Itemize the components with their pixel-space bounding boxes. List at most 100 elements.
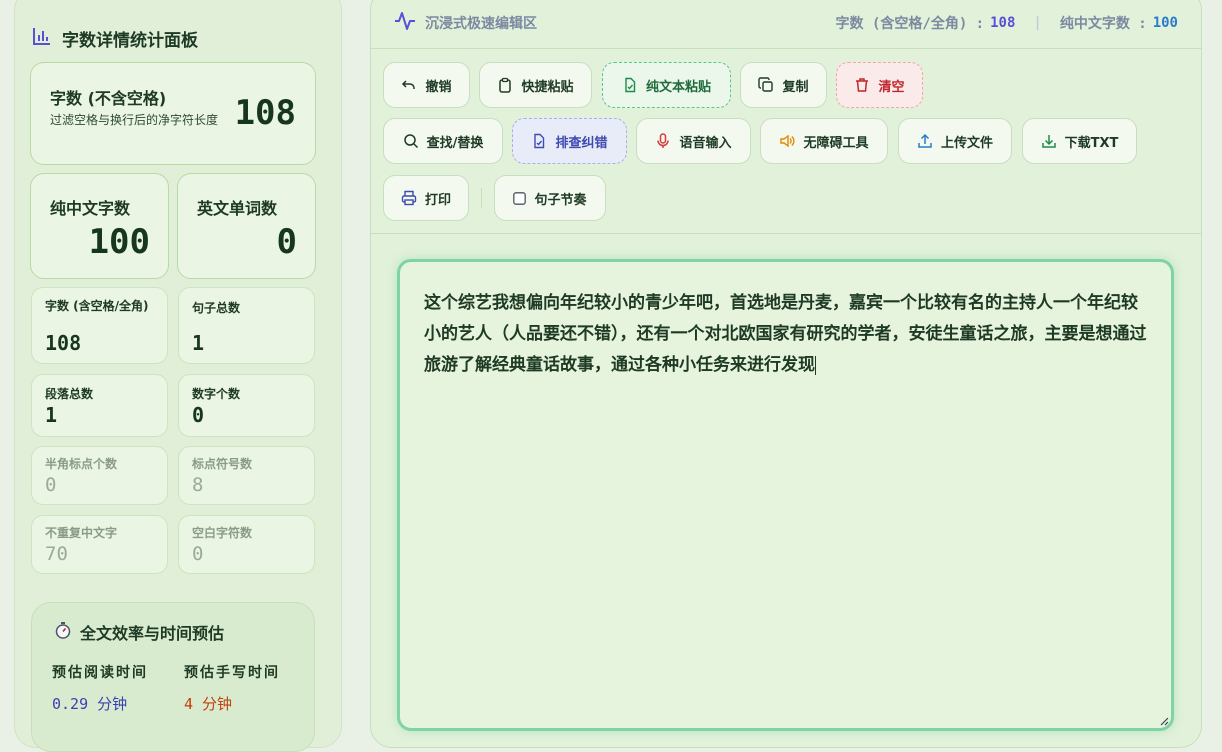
toolbar-divider-line (370, 233, 1202, 234)
plain-paste-label: 纯文本粘贴 (645, 79, 711, 95)
file-text-icon (625, 77, 636, 93)
stat-card-no-space: 字数 (不含空格) 过滤空格与换行后的净字符长度 108 (30, 62, 316, 165)
voice-input-button[interactable]: 语音输入 (636, 118, 751, 164)
plain-paste-button[interactable]: 纯文本粘贴 (602, 62, 731, 108)
editor-text: 这个综艺我想偏向年纪较小的青少年吧，首选地是丹麦，嘉宾一个比较有名的主持人一个年… (424, 293, 1147, 375)
clear-label: 清空 (878, 79, 905, 95)
stat-label: 字数 (含空格/全角) (45, 299, 149, 313)
zone-title: 沉浸式极速编辑区 (394, 11, 537, 35)
text-editor[interactable]: 这个综艺我想偏向年纪较小的青少年吧，首选地是丹麦，嘉宾一个比较有名的主持人一个年… (397, 259, 1174, 731)
undo-icon (402, 80, 416, 89)
zone-title-text: 沉浸式极速编辑区 (425, 16, 537, 32)
activity-icon (394, 11, 416, 35)
efficiency-title-text: 全文效率与时间预估 (80, 624, 225, 643)
checkbox-icon[interactable] (513, 191, 527, 205)
trash-icon (856, 78, 869, 92)
efficiency-title: 全文效率与时间预估 (54, 620, 224, 644)
bar-chart-icon (32, 26, 52, 51)
undo-label: 撤销 (425, 79, 452, 95)
download-button[interactable]: 下载TXT (1022, 118, 1137, 164)
text-caret (815, 355, 816, 375)
stat-card-punct: 标点符号数 8 (178, 446, 315, 505)
sentence-rhythm-toggle[interactable]: 句子节奏 (494, 175, 606, 221)
stat-value: 0 (45, 474, 57, 496)
copy-icon (758, 77, 774, 92)
stat-value: 0 (192, 403, 205, 427)
stat-label: 数字个数 (192, 387, 241, 401)
stat-value: 108 (45, 331, 82, 355)
stat-label: 句子总数 (192, 301, 241, 315)
stat-label: 字数 (不含空格) (50, 89, 167, 108)
print-button[interactable]: 打印 (383, 175, 469, 221)
efficiency-panel: 全文效率与时间预估 预估阅读时间 预估手写时间 0.29 分钟 4 分钟 (31, 602, 315, 752)
copy-button[interactable]: 复制 (740, 62, 827, 108)
resize-handle-icon[interactable] (1159, 716, 1169, 726)
printer-icon (401, 190, 417, 206)
count-cn-label: 纯中文字数 : (1059, 16, 1147, 32)
stopwatch-icon (54, 621, 72, 643)
clipboard-icon (499, 77, 512, 93)
editor-content[interactable]: 这个综艺我想偏向年纪较小的青少年吧，首选地是丹麦，嘉宾一个比较有名的主持人一个年… (424, 288, 1148, 381)
accessibility-button[interactable]: 无障碍工具 (760, 118, 888, 164)
stat-label: 半角标点个数 (45, 457, 118, 471)
toolbar-divider (481, 188, 482, 208)
stat-label: 不重复中文字 (45, 526, 118, 540)
count-separator: | (1033, 15, 1042, 31)
stat-card-en-words: 英文单词数 0 (177, 173, 316, 279)
typo-check-label: 排查纠错 (555, 135, 608, 151)
download-label: 下载TXT (1064, 135, 1119, 151)
editor-topbar: 沉浸式极速编辑区 字数 (含空格/全角) : 108 | 纯中文字数 : 100 (370, 0, 1202, 49)
stat-card-pure-cn: 纯中文字数 100 (30, 173, 169, 279)
clear-button[interactable]: 清空 (836, 62, 923, 108)
stat-card-whitespace: 空白字符数 0 (178, 515, 315, 574)
stat-value: 8 (192, 474, 204, 496)
stat-value: 108 (234, 93, 296, 133)
stat-card-half-punct: 半角标点个数 0 (31, 446, 168, 505)
sentence-rhythm-label: 句子节奏 (534, 192, 587, 208)
print-label: 打印 (424, 192, 451, 208)
stat-value: 1 (192, 331, 205, 355)
microphone-icon (657, 133, 670, 148)
live-counts: 字数 (含空格/全角) : 108 | 纯中文字数 : 100 (836, 13, 1178, 33)
quick-paste-label: 快捷粘贴 (521, 79, 574, 95)
file-check-icon (534, 133, 545, 149)
accessibility-label: 无障碍工具 (803, 135, 869, 151)
stat-value: 0 (276, 222, 297, 262)
upload-label: 上传文件 (940, 135, 993, 151)
stat-card-digits: 数字个数 0 (178, 374, 315, 437)
typo-check-button[interactable]: 排查纠错 (512, 118, 627, 164)
stat-value: 1 (45, 403, 58, 427)
upload-icon (918, 133, 932, 148)
find-replace-button[interactable]: 查找/替换 (383, 118, 503, 164)
write-time-value: 4 分钟 (184, 695, 233, 713)
sidebar-title: 字数详情统计面板 (32, 26, 198, 51)
write-time-label: 预估手写时间 (184, 665, 280, 681)
stat-label: 纯中文字数 (50, 199, 131, 218)
stat-card-with-space: 字数 (含空格/全角) 108 (31, 287, 168, 364)
stat-card-unique-cn: 不重复中文字 70 (31, 515, 168, 574)
count-full-value: 108 (990, 15, 1016, 31)
stat-label: 标点符号数 (192, 457, 253, 471)
find-replace-label: 查找/替换 (426, 135, 484, 151)
stat-value: 0 (192, 543, 204, 565)
count-cn-value: 100 (1152, 15, 1178, 31)
stat-value: 70 (45, 543, 68, 565)
stat-card-paragraphs: 段落总数 1 (31, 374, 168, 437)
undo-button[interactable]: 撤销 (383, 62, 470, 108)
upload-button[interactable]: 上传文件 (898, 118, 1012, 164)
voice-input-label: 语音输入 (679, 135, 732, 151)
search-icon (403, 134, 418, 149)
read-time-label: 预估阅读时间 (52, 665, 148, 681)
download-icon (1041, 135, 1056, 148)
stat-desc: 过滤空格与换行后的净字符长度 (50, 113, 219, 127)
stat-label: 英文单词数 (197, 199, 278, 218)
quick-paste-button[interactable]: 快捷粘贴 (479, 62, 592, 108)
speaker-icon (780, 134, 795, 148)
stat-card-sentences: 句子总数 1 (178, 287, 315, 364)
count-full-label: 字数 (含空格/全角) : (835, 16, 985, 32)
stat-label: 段落总数 (45, 387, 94, 401)
copy-label: 复制 (782, 79, 809, 95)
read-time-value: 0.29 分钟 (52, 695, 128, 713)
stat-value: 100 (88, 222, 150, 262)
stat-label: 空白字符数 (192, 526, 253, 540)
